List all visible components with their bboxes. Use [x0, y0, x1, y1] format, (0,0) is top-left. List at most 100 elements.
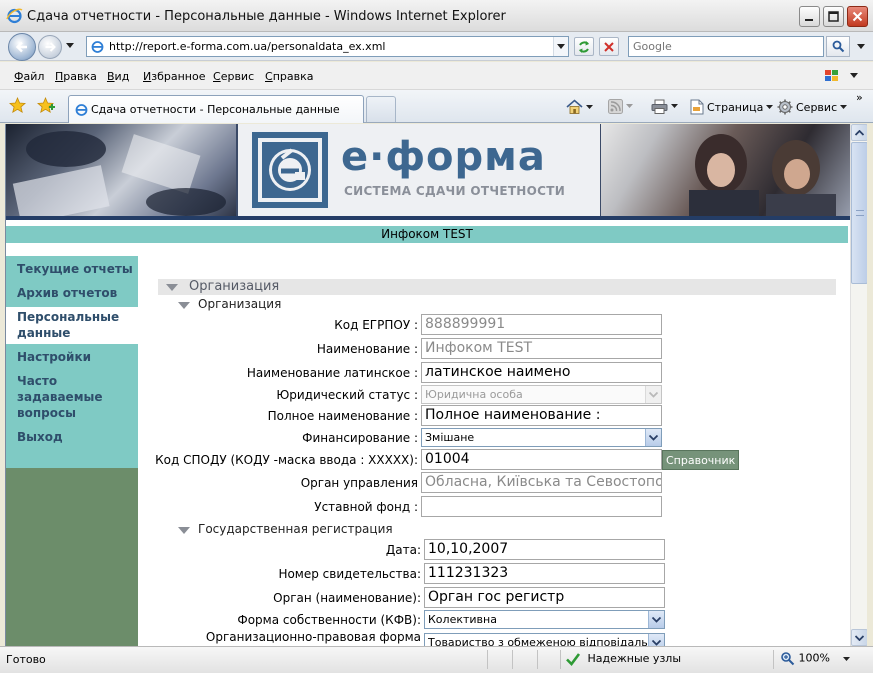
close-icon [852, 11, 863, 22]
chevron-down-icon [652, 639, 661, 646]
menu-file[interactable]: Файл [14, 70, 44, 83]
menu-view[interactable]: Вид [107, 70, 129, 83]
collapse-triangle-icon [178, 527, 190, 534]
chevron-down-icon [626, 104, 633, 108]
address-field[interactable]: http://report.e-forma.com.ua/personaldat… [86, 36, 569, 57]
capital-label: Уставной фонд : [314, 500, 418, 514]
name-label: Наименование : [316, 342, 418, 356]
sidebar-item-personal-data[interactable]: Персональные данные [6, 307, 138, 344]
sidebar-nav: Текущие отчеты Архив отчетов Персональны… [6, 256, 138, 646]
scroll-up-button[interactable] [851, 124, 868, 141]
name-field[interactable]: Инфоком TEST [421, 338, 662, 359]
chevron-down-icon [649, 391, 658, 398]
menu-bar: Файл Правка Вид Избранное Сервис Справка [0, 62, 873, 90]
search-input[interactable] [629, 37, 823, 56]
reg-date-field[interactable]: 10,10,2007 [424, 539, 665, 560]
edrpou-label: Код ЕГРПОУ : [334, 318, 418, 332]
sidebar-item-logout[interactable]: Выход [6, 429, 138, 445]
favorites-star-icon[interactable] [9, 97, 26, 114]
name-latin-field[interactable]: латинское наимено [421, 362, 662, 383]
tab-personal-data[interactable]: Сдача отчетности - Персональные данные [68, 95, 364, 123]
search-button[interactable] [826, 36, 850, 57]
feeds-button[interactable] [608, 99, 633, 114]
directory-button[interactable]: Справочник [662, 450, 740, 470]
scroll-grip [856, 210, 864, 216]
new-tab-button[interactable] [366, 96, 396, 122]
chevron-down-icon [586, 104, 593, 109]
sidebar-item-current-reports[interactable]: Текущие отчеты [6, 261, 138, 277]
scroll-thumb[interactable] [851, 142, 868, 284]
maximize-button[interactable] [823, 6, 844, 27]
search-box[interactable] [628, 36, 824, 57]
home-button[interactable] [566, 99, 593, 115]
zoom-icon [781, 652, 795, 666]
forward-arrow-icon [45, 42, 56, 52]
print-button[interactable] [651, 99, 678, 114]
subsection-state-registration[interactable]: Государственная регистрация [178, 522, 438, 538]
menu-help[interactable]: Справка [265, 70, 313, 83]
refresh-icon [579, 40, 589, 53]
search-icon [832, 40, 844, 53]
spodu-field[interactable]: 01004 [421, 449, 662, 470]
banner-people-photo [689, 134, 836, 220]
full-name-label: Полное наименование : [267, 409, 418, 423]
add-favorite-icon[interactable] [37, 97, 55, 114]
security-zone[interactable]: Надежные узлы [565, 651, 681, 667]
vertical-scrollbar[interactable] [850, 124, 868, 646]
legal-status-select[interactable]: Юридична особа [421, 385, 662, 404]
close-window-button[interactable] [847, 6, 868, 27]
ownership-select[interactable]: Колективна [424, 610, 665, 629]
status-bar: Готово Надежные узлы 100% [0, 646, 873, 673]
financing-select[interactable]: Змішане [421, 428, 662, 447]
stop-button[interactable] [599, 37, 619, 56]
ownership-label: Форма собственности (КФВ): [237, 613, 421, 627]
banner-stripe [6, 216, 850, 220]
tab-label: Сдача отчетности - Персональные данные [91, 103, 340, 116]
select-arrow [648, 634, 664, 646]
sidebar-item-settings[interactable]: Настройки [6, 349, 138, 365]
e-forma-logo-icon [252, 132, 328, 208]
subsection-organization[interactable]: Организация [178, 297, 378, 313]
collapse-triangle-icon [178, 302, 190, 309]
stop-icon [604, 41, 614, 52]
select-arrow [648, 611, 664, 628]
zoom-control[interactable]: 100% [780, 651, 851, 666]
page-menu-button[interactable]: Страница [690, 99, 774, 115]
chevron-down-icon[interactable] [850, 73, 858, 79]
sidebar-item-faq[interactable]: Часто задаваемые вопросы [6, 373, 138, 421]
tools-menu-label: Сервис [796, 100, 838, 114]
tools-menu-button[interactable]: Сервис [777, 99, 848, 115]
select-arrow [645, 429, 661, 446]
page-icon [690, 99, 704, 115]
forward-button[interactable] [38, 35, 62, 59]
address-dropdown-button[interactable] [553, 37, 568, 56]
banner-office-photo [12, 131, 226, 220]
authority-field[interactable]: Обласна, Київська та Севостопольс [421, 472, 662, 493]
capital-field[interactable] [421, 496, 662, 517]
maximize-icon [828, 11, 839, 22]
windows-translate-icon[interactable] [824, 68, 842, 84]
minimize-button[interactable] [799, 6, 820, 27]
edrpou-field[interactable]: 888899991 [421, 314, 662, 335]
refresh-button[interactable] [574, 37, 594, 56]
back-arrow-icon [15, 41, 27, 53]
chevron-down-icon [652, 616, 661, 623]
menu-tools[interactable]: Сервис [213, 70, 254, 83]
org-legal-form-select[interactable]: Товариство з обмеженою відповідальністю [424, 633, 665, 646]
chevron-up-icon [855, 129, 864, 136]
sidebar-item-archive[interactable]: Архив отчетов [6, 285, 138, 301]
full-name-field[interactable]: Полное наименование : [421, 405, 662, 426]
back-button[interactable] [8, 33, 36, 61]
reg-organ-label: Орган (наименование): [273, 591, 421, 605]
search-provider-dropdown[interactable] [854, 36, 868, 57]
sidebar-footer-block [6, 468, 138, 646]
reg-organ-field[interactable]: Орган гос регистр [424, 587, 665, 608]
chevron-down-icon [840, 104, 848, 109]
menu-edit[interactable]: Правка [55, 70, 97, 83]
reg-cert-field[interactable]: 111231323 [424, 563, 665, 584]
toolbar-overflow-chevrons[interactable]: » [856, 91, 863, 104]
scroll-down-button[interactable] [851, 629, 868, 646]
recent-pages-dropdown-icon[interactable] [66, 43, 74, 49]
menu-favorites[interactable]: Избранное [143, 70, 205, 83]
section-header-organization[interactable]: Организация [158, 279, 836, 295]
